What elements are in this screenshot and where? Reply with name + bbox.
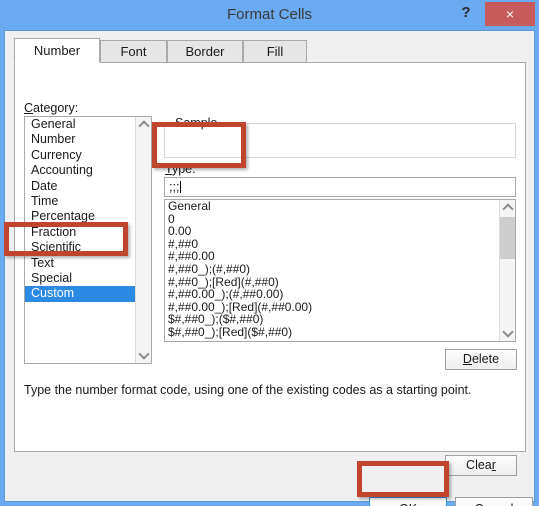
tab-number[interactable]: Number — [14, 38, 100, 63]
category-item-scientific[interactable]: Scientific — [25, 240, 135, 255]
tab-font[interactable]: Font — [100, 40, 167, 62]
type-label: Type: — [165, 162, 196, 176]
ok-button[interactable]: OK — [369, 497, 447, 506]
category-item-time[interactable]: Time — [25, 194, 135, 209]
clear-button[interactable]: Clear — [445, 455, 517, 476]
format-code-list: General 0 0.00 #,##0 #,##0.00 #,##0_);(#… — [165, 200, 499, 339]
format-code-listbox[interactable]: General 0 0.00 #,##0 #,##0.00 #,##0_);(#… — [164, 199, 516, 342]
close-icon[interactable]: × — [485, 2, 535, 26]
format-code-item[interactable]: 0 — [165, 212, 499, 226]
format-cells-dialog: Format Cells ? × Number Font Border Fill… — [0, 0, 539, 506]
category-item-accounting[interactable]: Accounting — [25, 163, 135, 178]
scroll-up-icon[interactable] — [500, 200, 515, 216]
text-caret — [180, 181, 182, 193]
sample-legend: Sample — [171, 116, 222, 130]
category-item-special[interactable]: Special — [25, 271, 135, 286]
help-icon[interactable]: ? — [451, 0, 481, 26]
category-item-number[interactable]: Number — [25, 132, 135, 147]
tab-fill[interactable]: Fill — [243, 40, 307, 62]
scroll-down-icon[interactable] — [136, 347, 151, 363]
scrollbar-thumb[interactable] — [500, 217, 515, 259]
delete-button[interactable]: Delete — [445, 349, 517, 370]
category-item-fraction[interactable]: Fraction — [25, 225, 135, 240]
cancel-button[interactable]: Cancel — [455, 497, 533, 506]
category-listbox[interactable]: General Number Currency Accounting Date … — [24, 116, 152, 364]
format-code-item[interactable]: General — [165, 200, 499, 213]
category-item-custom[interactable]: Custom — [25, 286, 135, 302]
scroll-down-icon[interactable] — [500, 325, 515, 341]
format-code-item[interactable]: #,##0_);(#,##0) — [165, 263, 499, 276]
category-item-currency[interactable]: Currency — [25, 148, 135, 163]
tab-border[interactable]: Border — [167, 40, 243, 62]
type-input[interactable]: ;;; — [164, 177, 516, 197]
format-code-item[interactable]: $#,##0_);[Red]($#,##0) — [165, 326, 499, 339]
category-scrollbar[interactable] — [135, 117, 151, 363]
format-code-item[interactable]: 0.00 — [165, 225, 499, 238]
category-item-text[interactable]: Text — [25, 256, 135, 271]
category-item-percentage[interactable]: Percentage — [25, 209, 135, 224]
title-bar: Format Cells ? × — [0, 0, 539, 30]
category-label: Category: — [24, 101, 79, 115]
hint-text: Type the number format code, using one o… — [24, 383, 472, 397]
category-item-general[interactable]: General — [25, 117, 135, 132]
format-code-item[interactable]: #,##0.00_);(#,##0.00) — [165, 288, 499, 301]
format-code-item[interactable]: #,##0 — [165, 238, 499, 251]
type-input-value: ;;; — [169, 180, 180, 194]
category-list: General Number Currency Accounting Date … — [25, 117, 135, 302]
tab-strip: Number Font Border Fill — [14, 38, 526, 63]
dialog-body: Number Font Border Fill Category: Genera… — [4, 30, 535, 506]
format-code-scrollbar[interactable] — [499, 200, 515, 341]
scroll-up-icon[interactable] — [136, 117, 151, 133]
category-item-date[interactable]: Date — [25, 179, 135, 194]
